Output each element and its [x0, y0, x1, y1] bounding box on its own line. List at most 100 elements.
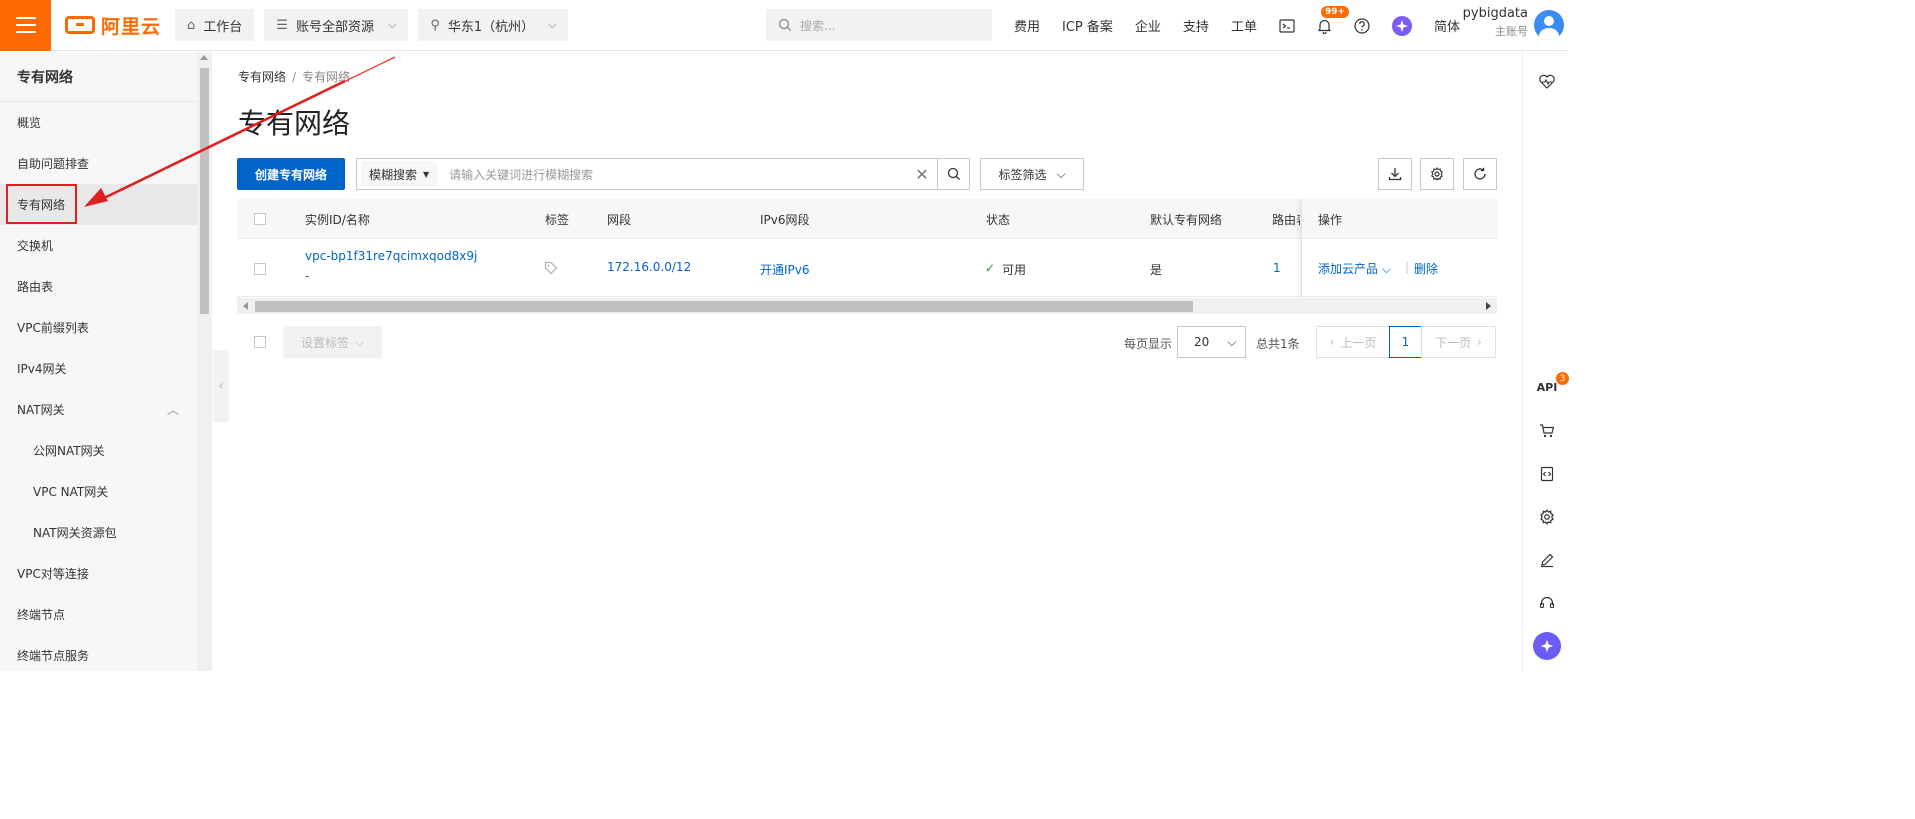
page-number-current[interactable]: 1 — [1389, 326, 1422, 358]
sidebar-item-vpc-peering[interactable]: VPC对等连接 — [0, 553, 197, 594]
ai-assistant-icon[interactable] — [1533, 632, 1561, 660]
chevron-down-icon: ⌵ — [1056, 166, 1066, 181]
sidebar-item-prefix-list[interactable]: VPC前缀列表 — [0, 307, 197, 348]
table-scrollbar-thumb[interactable] — [255, 301, 1193, 312]
breadcrumb-current: 专有网络 — [302, 70, 351, 84]
total-count: 总共1条 — [1256, 337, 1300, 351]
column-header-ipv6: IPv6网段 — [760, 213, 810, 227]
sidebar-scrollbar-thumb[interactable] — [200, 68, 209, 314]
sidebar-item-public-nat[interactable]: 公网NAT网关 — [0, 430, 197, 471]
health-icon[interactable] — [1533, 68, 1561, 96]
check-icon: ✓ — [985, 261, 996, 275]
terminal-icon — [1279, 18, 1295, 33]
scroll-right-arrow-icon[interactable] — [1486, 302, 1491, 310]
clear-icon[interactable]: ✕ — [907, 165, 937, 184]
column-header-status: 状态 — [986, 213, 1011, 227]
scroll-left-arrow-icon[interactable] — [243, 302, 248, 310]
gear-icon[interactable] — [1533, 503, 1561, 531]
scroll-up-arrow-icon[interactable] — [200, 55, 208, 60]
icp-link[interactable]: ICP 备案 — [1062, 16, 1113, 35]
prev-page-button[interactable]: ‹ 上一页 — [1316, 326, 1390, 358]
language-switch[interactable]: 简体 — [1434, 16, 1460, 35]
search-icon — [947, 167, 960, 180]
sidebar-item-vswitch[interactable]: 交换机 — [0, 225, 197, 266]
user-account[interactable]: pybigdata 主账号 — [1463, 6, 1528, 39]
operation-column: 操作 添加云产品 ⌵ | 删除 — [1301, 199, 1498, 297]
sidebar-item-vpc-nat[interactable]: VPC NAT网关 — [0, 471, 197, 512]
notification-badge: 99+ — [1320, 5, 1350, 18]
sidebar-collapse-handle[interactable]: ‹ — [213, 350, 229, 422]
help-button[interactable] — [1354, 17, 1370, 34]
breadcrumb-link[interactable]: 专有网络 — [238, 70, 286, 84]
footer-select-all-checkbox[interactable] — [254, 336, 266, 348]
next-page-button[interactable]: 下一页 › — [1421, 326, 1496, 358]
cloud-shell-button[interactable] — [1279, 18, 1295, 33]
aliyun-logo[interactable]: 阿里云 — [65, 0, 161, 51]
sidebar-item-label: 终端节点服务 — [17, 649, 90, 663]
search-type-dropdown[interactable]: 模糊搜索 ▼ — [361, 161, 438, 187]
breadcrumb: 专有网络 / 专有网络 — [238, 68, 350, 85]
api-badge: 3 — [1556, 372, 1569, 385]
support-link[interactable]: 支持 — [1183, 16, 1209, 35]
region-dropdown[interactable]: ⚲ 华东1（杭州） ⌵ — [418, 9, 569, 41]
download-button[interactable] — [1378, 158, 1412, 190]
ai-assistant-button[interactable] — [1391, 15, 1412, 36]
set-tags-button[interactable]: 设置标签 ⌵ — [283, 326, 382, 358]
avatar[interactable] — [1534, 10, 1564, 40]
cart-icon[interactable] — [1533, 417, 1561, 445]
tag-icon[interactable] — [544, 261, 558, 278]
select-all-checkbox[interactable] — [254, 213, 266, 225]
status-text: 可用 — [1002, 263, 1027, 277]
sidebar-item-nat-package[interactable]: NAT网关资源包 — [0, 512, 197, 553]
table-horizontal-scrollbar[interactable] — [237, 298, 1497, 314]
sidebar: 专有网络 概览 自助问题排查 专有网络 交换机 路由表 VPC前缀列表 IPv4… — [0, 52, 197, 671]
ai-assistant-icon — [1391, 15, 1412, 36]
sidebar-item-troubleshoot[interactable]: 自助问题排查 — [0, 143, 197, 184]
delete-link[interactable]: 删除 — [1414, 260, 1438, 277]
sidebar-item-nat-gateway[interactable]: NAT网关 ︿ — [0, 389, 197, 430]
region-label: 华东1（杭州） — [447, 19, 535, 35]
sidebar-item-endpoint[interactable]: 终端节点 — [0, 594, 197, 635]
resource-scope-dropdown[interactable]: ☰ 账号全部资源 ⌵ — [264, 9, 409, 41]
user-role: 主账号 — [1495, 25, 1528, 38]
headset-icon[interactable] — [1533, 589, 1561, 617]
enterprise-link[interactable]: 企业 — [1135, 16, 1161, 35]
sidebar-item-endpoint-service[interactable]: 终端节点服务 — [0, 635, 197, 676]
keyword-search-input[interactable]: 请输入关键词进行模糊搜索 — [449, 166, 907, 183]
search-submit-button[interactable] — [937, 159, 969, 189]
code-doc-icon[interactable] — [1533, 460, 1561, 488]
add-cloud-product-dropdown[interactable]: 添加云产品 ⌵ — [1318, 260, 1391, 277]
refresh-button[interactable] — [1463, 158, 1497, 190]
ticket-link[interactable]: 工单 — [1231, 16, 1257, 35]
vpc-name: - — [305, 269, 310, 283]
chevron-up-icon: ︿ — [166, 403, 179, 417]
column-header-cidr: 网段 — [607, 213, 632, 227]
page-size-select[interactable]: 20 ⌵ — [1177, 326, 1246, 358]
operation-header-cell: 操作 — [1302, 199, 1498, 239]
billing-link[interactable]: 费用 — [1014, 16, 1040, 35]
location-pin-icon: ⚲ — [430, 17, 440, 33]
create-vpc-button[interactable]: 创建专有网络 — [237, 158, 345, 190]
sidebar-title: 专有网络 — [0, 52, 197, 102]
resource-scope-label: 账号全部资源 — [295, 19, 374, 35]
edit-icon[interactable] — [1533, 546, 1561, 574]
row-checkbox[interactable] — [254, 263, 266, 275]
tag-filter-dropdown[interactable]: 标签筛选 ⌵ — [980, 158, 1084, 190]
notification-button[interactable]: 99+ — [1317, 5, 1350, 34]
enable-ipv6-link[interactable]: 开通IPv6 — [760, 261, 810, 278]
chevron-right-icon: › — [1477, 335, 1482, 349]
vpc-id-link[interactable]: vpc-bp1f31re7qcimxqod8x9j — [305, 249, 477, 263]
sidebar-item-route-table[interactable]: 路由表 — [0, 266, 197, 307]
settings-button[interactable] — [1420, 158, 1454, 190]
breadcrumb-separator: / — [292, 70, 297, 84]
column-header-id: 实例ID/名称 — [305, 213, 370, 227]
sidebar-item-ipv4-gateway[interactable]: IPv4网关 — [0, 348, 197, 389]
global-search-input[interactable]: 搜索... — [766, 9, 992, 41]
route-table-count-link[interactable]: 1 — [1273, 261, 1281, 275]
workbench-button[interactable]: ⌂ 工作台 — [175, 9, 255, 41]
sidebar-item-label: 公网NAT网关 — [33, 444, 105, 458]
cidr-link[interactable]: 172.16.0.0/12 — [607, 260, 691, 274]
sidebar-item-overview[interactable]: 概览 — [0, 102, 197, 143]
hamburger-menu-button[interactable] — [0, 0, 51, 51]
chevron-down-icon: ⌵ — [387, 18, 397, 31]
